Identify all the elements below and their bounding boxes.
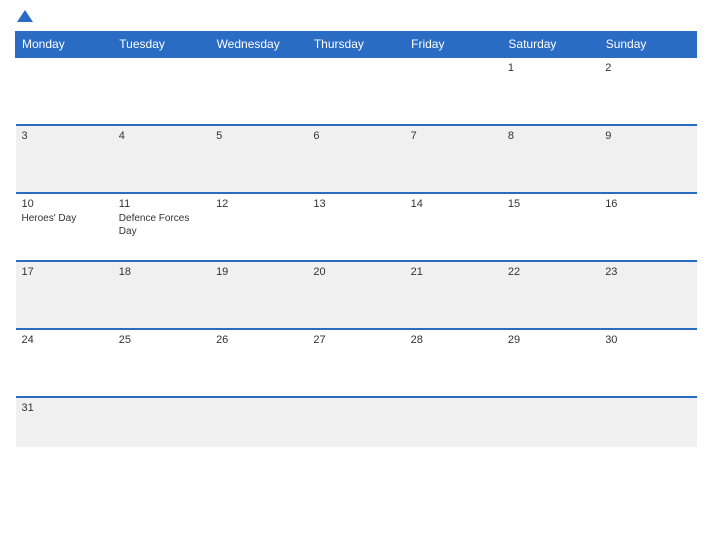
calendar-cell: 4 (113, 125, 210, 193)
calendar-cell: 21 (405, 261, 502, 329)
header-tuesday: Tuesday (113, 32, 210, 58)
calendar-cell (210, 57, 307, 125)
weekday-header-row: Monday Tuesday Wednesday Thursday Friday… (16, 32, 697, 58)
calendar-cell: 16 (599, 193, 696, 261)
calendar-cell: 10 Heroes' Day (16, 193, 113, 261)
calendar-cell: 24 (16, 329, 113, 397)
calendar-cell: 19 (210, 261, 307, 329)
calendar-row: 31 (16, 397, 697, 447)
day-number: 4 (119, 130, 204, 142)
day-number: 23 (605, 266, 690, 278)
day-number: 6 (313, 130, 398, 142)
calendar-cell (405, 397, 502, 447)
holiday-label: Heroes' Day (22, 212, 107, 225)
calendar-row: 3456 789 (16, 125, 697, 193)
day-number: 25 (119, 334, 204, 346)
day-number: 8 (508, 130, 593, 142)
day-number: 30 (605, 334, 690, 346)
calendar-cell: 31 (16, 397, 113, 447)
calendar-row: 10 Heroes' Day 11 Defence Forces Day 12 13 14 1… (16, 193, 697, 261)
day-number: 5 (216, 130, 301, 142)
calendar-cell: 29 (502, 329, 599, 397)
day-number: 17 (22, 266, 107, 278)
calendar-table: Monday Tuesday Wednesday Thursday Friday… (15, 31, 697, 447)
calendar-row: 12 (16, 57, 697, 125)
day-number: 13 (313, 198, 398, 210)
calendar-cell: 1 (502, 57, 599, 125)
holiday-label: Defence Forces Day (119, 212, 204, 238)
header-friday: Friday (405, 32, 502, 58)
header-wednesday: Wednesday (210, 32, 307, 58)
calendar-cell: 20 (307, 261, 404, 329)
logo (15, 10, 33, 23)
calendar-cell: 8 (502, 125, 599, 193)
day-number: 19 (216, 266, 301, 278)
calendar-cell: 2 (599, 57, 696, 125)
calendar-cell: 7 (405, 125, 502, 193)
day-number: 20 (313, 266, 398, 278)
logo-triangle-icon (17, 10, 33, 22)
day-number: 9 (605, 130, 690, 142)
calendar-cell: 14 (405, 193, 502, 261)
calendar-cell: 23 (599, 261, 696, 329)
calendar-cell (599, 397, 696, 447)
day-number: 11 (119, 198, 204, 210)
calendar-cell: 27 (307, 329, 404, 397)
day-number: 28 (411, 334, 496, 346)
calendar-cell: 18 (113, 261, 210, 329)
calendar-cell: 3 (16, 125, 113, 193)
calendar-cell (113, 397, 210, 447)
calendar-cell: 11 Defence Forces Day (113, 193, 210, 261)
calendar-header (15, 10, 697, 23)
day-number: 15 (508, 198, 593, 210)
calendar-row: 17 18 19 20 21 22 23 (16, 261, 697, 329)
day-number: 27 (313, 334, 398, 346)
day-number: 7 (411, 130, 496, 142)
calendar-cell: 6 (307, 125, 404, 193)
day-number: 22 (508, 266, 593, 278)
day-number: 26 (216, 334, 301, 346)
calendar-cell (307, 57, 404, 125)
day-number: 21 (411, 266, 496, 278)
calendar-cell: 13 (307, 193, 404, 261)
calendar-cell: 17 (16, 261, 113, 329)
calendar-cell: 22 (502, 261, 599, 329)
calendar-cell (502, 397, 599, 447)
calendar-cell: 5 (210, 125, 307, 193)
calendar-cell (113, 57, 210, 125)
day-number: 31 (22, 402, 107, 414)
calendar-cell: 30 (599, 329, 696, 397)
calendar-cell: 28 (405, 329, 502, 397)
day-number: 16 (605, 198, 690, 210)
calendar-wrapper: Monday Tuesday Wednesday Thursday Friday… (0, 0, 712, 550)
day-number: 3 (22, 130, 107, 142)
calendar-row: 24 25 26 27 28 29 30 (16, 329, 697, 397)
calendar-cell: 9 (599, 125, 696, 193)
day-number: 24 (22, 334, 107, 346)
calendar-cell: 15 (502, 193, 599, 261)
header-thursday: Thursday (307, 32, 404, 58)
header-monday: Monday (16, 32, 113, 58)
calendar-cell: 12 (210, 193, 307, 261)
day-number: 18 (119, 266, 204, 278)
day-number: 1 (508, 62, 593, 74)
calendar-cell (405, 57, 502, 125)
header-sunday: Sunday (599, 32, 696, 58)
calendar-cell: 26 (210, 329, 307, 397)
day-number: 14 (411, 198, 496, 210)
calendar-cell (307, 397, 404, 447)
day-number: 29 (508, 334, 593, 346)
header-saturday: Saturday (502, 32, 599, 58)
calendar-cell (16, 57, 113, 125)
calendar-cell: 25 (113, 329, 210, 397)
day-number: 10 (22, 198, 107, 210)
calendar-cell (210, 397, 307, 447)
day-number: 12 (216, 198, 301, 210)
day-number: 2 (605, 62, 690, 74)
